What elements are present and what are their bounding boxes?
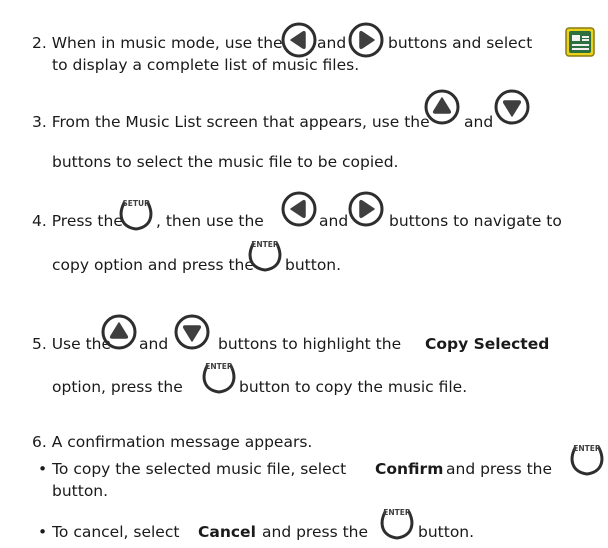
setup-button-icon: SETUP [117,193,155,231]
left-arrow-button-icon [280,190,318,228]
left-arrow-button-icon [280,21,318,59]
step3-text-2: and [464,113,494,131]
down-arrow-button-icon [173,313,211,351]
step4-text-4: buttons to navigate to [389,212,562,230]
right-arrow-button-icon [347,21,385,59]
step4-text-6: button. [285,256,342,274]
up-arrow-button-icon [100,313,138,351]
step4-text-3: and [319,212,349,230]
enter-button-label: ENTER [383,508,411,517]
step2-text-4: to display a complete list of music file… [52,56,360,74]
step6-bullet1-text-3: button. [52,482,109,500]
step5-text-2: and [139,335,169,353]
enter-button-icon: ENTER [200,356,238,394]
step5-text-4: option, press the [52,378,183,396]
setup-button-label: SETUP [122,199,150,208]
up-arrow-glyph [109,322,129,339]
step5-text-3: buttons to highlight the [218,335,402,353]
confirm-label: Confirm [375,460,444,478]
enter-button-icon: ENTER [246,234,284,272]
enter-button-icon: ENTER [378,502,416,540]
up-arrow-button-icon [423,88,461,126]
instruction-document: 2. When in music mode, use the and butto… [0,0,608,548]
step3-text-1: 3. From the Music List screen that appea… [32,113,430,131]
up-arrow-glyph [432,97,452,114]
left-arrow-glyph [290,30,306,50]
right-arrow-button-icon [347,190,385,228]
step2-text-3: buttons and select [388,34,533,52]
right-arrow-glyph [359,199,375,219]
down-arrow-glyph [502,100,522,117]
step6-bullet1-text-2: and press the [446,460,553,478]
step4-text-2: , then use the [156,212,264,230]
right-arrow-glyph [359,30,375,50]
step6-bullet2-text-3: button. [418,523,475,541]
enter-button-icon: ENTER [568,438,606,476]
step2-text-1: 2. When in music mode, use the [32,34,283,52]
enter-button-label: ENTER [205,362,233,371]
step2-text-2: and [317,34,347,52]
down-arrow-glyph [182,325,202,342]
music-list-icon [565,27,595,57]
left-arrow-glyph [290,199,306,219]
step5-text-5: button to copy the music file. [239,378,468,396]
step4-text-1: 4. Press the [32,212,123,230]
step6-bullet2-text-1: • To cancel, select [38,523,180,541]
step3-text-3: buttons to select the music file to be c… [52,153,399,171]
down-arrow-button-icon [493,88,531,126]
enter-button-label: ENTER [251,240,279,249]
step6-bullet1-text-1: • To copy the selected music file, selec… [38,460,347,478]
step6-text-1: 6. A confirmation message appears. [32,433,313,451]
step6-bullet2-text-2: and press the [262,523,369,541]
step4-text-5: copy option and press the [52,256,254,274]
enter-button-label: ENTER [573,444,601,453]
copy-selected-label: Copy Selected [425,335,550,353]
cancel-label: Cancel [198,523,256,541]
